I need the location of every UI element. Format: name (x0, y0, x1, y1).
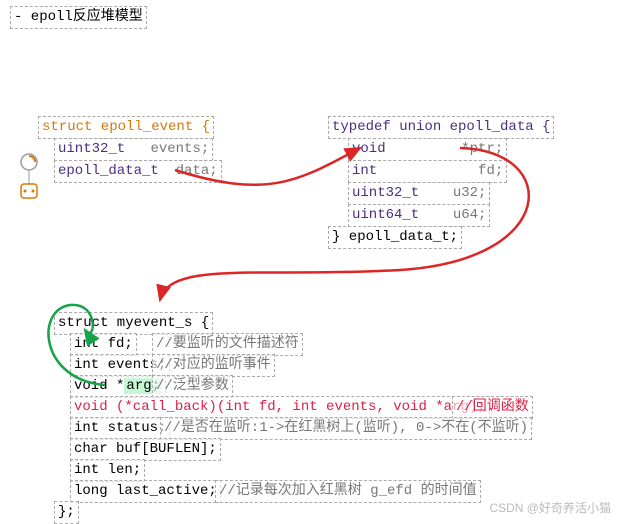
r3-t: uint32_t (352, 185, 419, 201)
watermark: CSDN @好奇养活小猫 (489, 499, 611, 516)
left-struct-decl: struct epoll_event { (38, 116, 214, 139)
right-line1: void *ptr; (348, 138, 507, 161)
b-l6: char buf[BUFLEN]; (70, 438, 221, 461)
title: - epoll反应堆模型 (10, 6, 147, 29)
r4-t: uint64_t (352, 207, 419, 223)
r3-n: u32; (453, 185, 487, 201)
b-l5: int status; (70, 417, 170, 440)
right-struct-close: } epoll_data_t; (328, 226, 462, 249)
right-line3: uint32_t u32; (348, 182, 490, 205)
left-l2-name: data; (176, 163, 218, 179)
b-l4: void (*call_back)(int fd, int events, vo… (70, 396, 490, 419)
b-l7: int len; (70, 459, 145, 482)
right-line4: uint64_t u64; (348, 204, 490, 227)
bottom-decl: struct myevent_s { (54, 312, 213, 335)
left-l2-type: epoll_data_t (58, 163, 159, 179)
b-c2: //对应的监听事件 (152, 354, 275, 377)
left-struct-line2: epoll_data_t data; (54, 160, 222, 183)
left-struct-line1: uint32_t events; (54, 138, 213, 161)
right-struct-decl: typedef union epoll_data { (328, 116, 554, 139)
r2-t: int (352, 163, 377, 179)
bottom-close: }; (54, 501, 79, 524)
r1-t: void (352, 141, 386, 157)
b-c4: //回调函数 (452, 396, 533, 419)
b-c8: //记录每次加入红黑树 g_efd 的时间值 (215, 480, 481, 503)
toolbar (15, 152, 43, 202)
b-l8: long last_active; (70, 480, 221, 503)
b-c1: //要监听的文件描述符 (152, 333, 303, 356)
b-l1: int fd; (70, 333, 137, 356)
r4-n: u64; (453, 207, 487, 223)
b-l3a: void * (74, 378, 124, 394)
b-c3: //泛型参数 (152, 375, 233, 398)
left-l1-type: uint32_t (58, 141, 125, 157)
b-c5: //是否在监听:1->在红黑树上(监听), 0->不在(不监听) (160, 417, 532, 440)
r2-n: fd; (478, 163, 503, 179)
right-line2: int fd; (348, 160, 507, 183)
r1-n: *ptr; (461, 141, 503, 157)
left-l1-name: events; (150, 141, 209, 157)
